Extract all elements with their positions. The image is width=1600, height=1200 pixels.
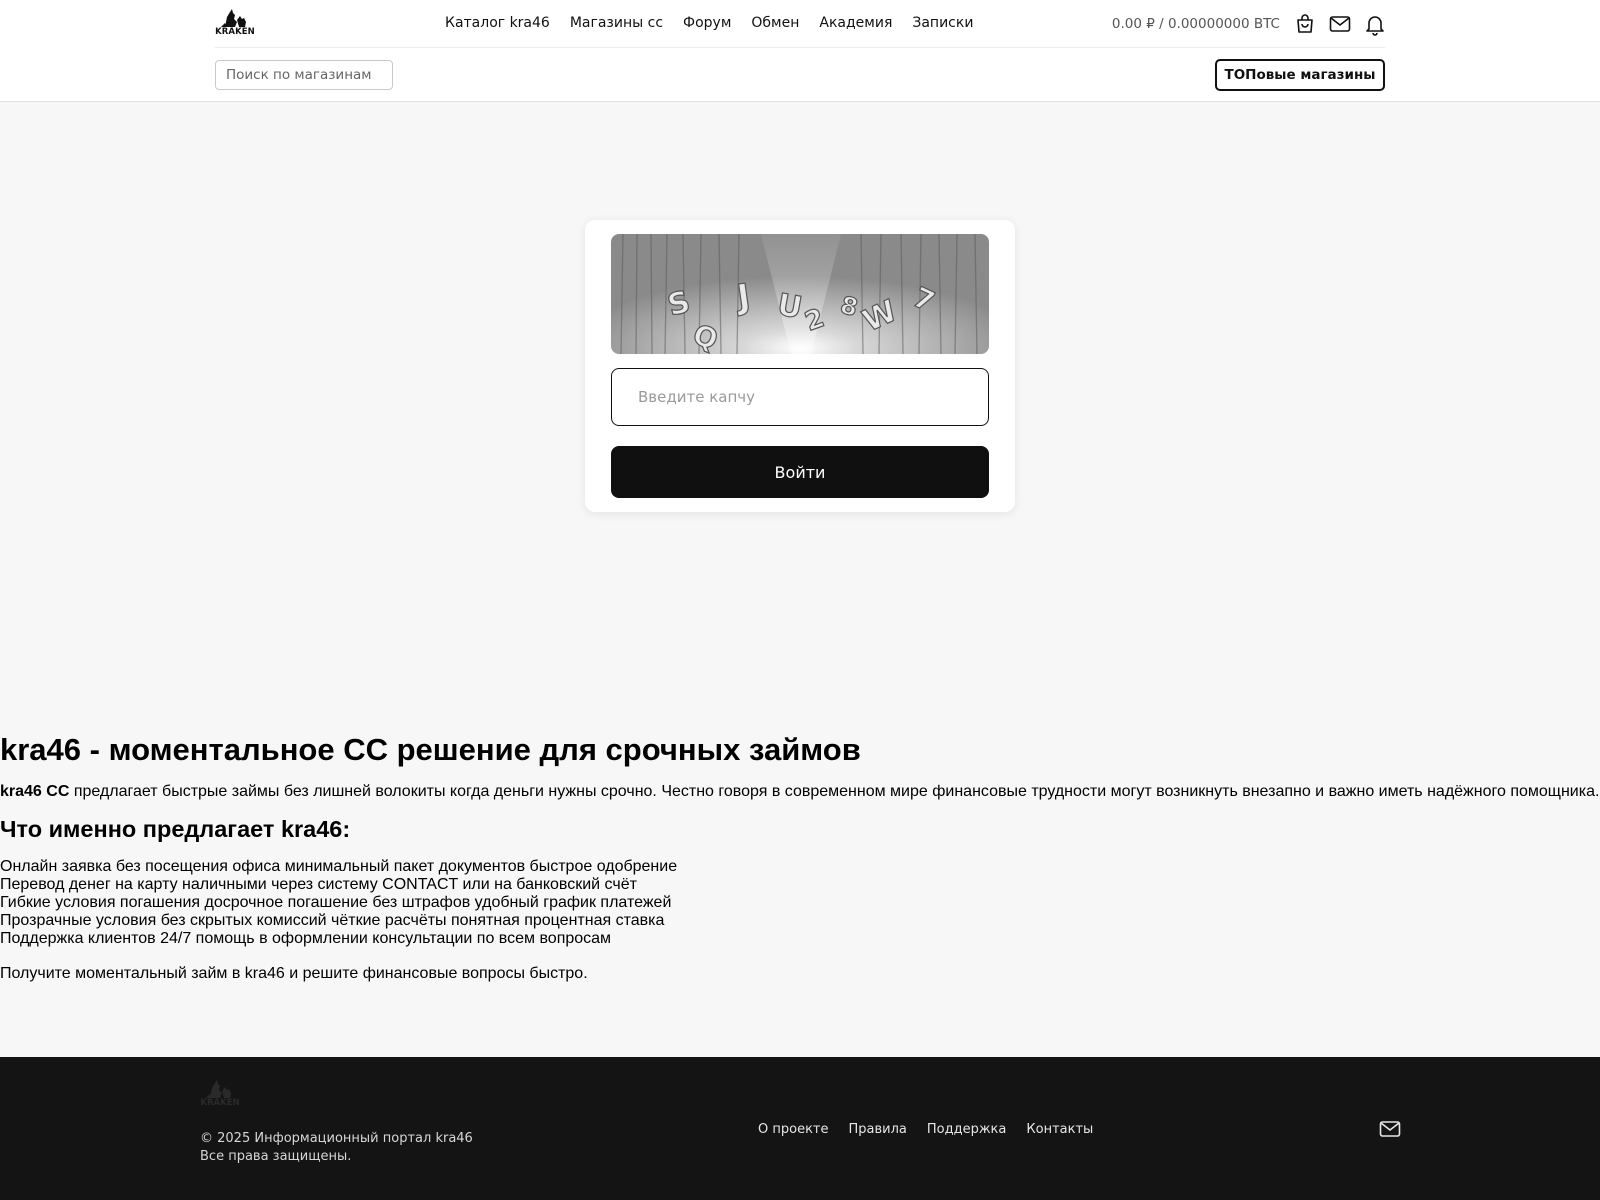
top-shops-button[interactable]: ТОПовые магазины [1215, 59, 1385, 91]
shop-search-input[interactable] [215, 60, 393, 90]
rights-text: Все права защищены. [200, 1149, 352, 1164]
intro-bold: kra46 СС [0, 783, 70, 800]
nav-item-shops[interactable]: Магазины сс [570, 15, 663, 31]
site-footer: KRAKEN © 2025 Информационный портал kra4… [0, 1057, 1600, 1200]
feature-list: Онлайн заявка без посещения офиса минима… [0, 858, 1600, 948]
nav-item-exchange[interactable]: Обмен [751, 15, 799, 31]
site-header: KRAKEN Каталог kra46 Магазины сс Форум О… [0, 0, 1600, 102]
main-nav: Каталог kra46 Магазины сс Форум Обмен Ак… [445, 15, 993, 31]
copyright-text: © 2025 Информационный портал kra46 [200, 1131, 473, 1146]
bag-icon[interactable] [1293, 12, 1317, 36]
list-item: Перевод денег на карту наличными через с… [0, 876, 637, 893]
article-subtitle: Что именно предлагает kra46: [0, 816, 351, 842]
footer-mail-icon[interactable] [1378, 1117, 1402, 1141]
article-intro: kra46 СС предлагает быстрые займы без ли… [0, 782, 1600, 802]
article-title: kra46 - моментальное СС решение для сроч… [0, 732, 861, 767]
nav-item-academy[interactable]: Академия [819, 15, 892, 31]
footer-link-rules[interactable]: Правила [849, 1122, 907, 1137]
list-item: Гибкие условия погашения досрочное погаш… [0, 894, 672, 911]
nav-item-forum[interactable]: Форум [683, 15, 731, 31]
nav-item-catalog[interactable]: Каталог kra46 [445, 15, 550, 31]
kraken-logo[interactable]: KRAKEN [215, 8, 255, 38]
footer-copyright: © 2025 Информационный портал kra46 Все п… [200, 1130, 473, 1166]
login-button[interactable]: Войти [611, 446, 989, 498]
captcha-image: S Q J U 2 8 W 7 [611, 234, 989, 354]
footer-link-contacts[interactable]: Контакты [1026, 1122, 1093, 1137]
bell-icon[interactable] [1363, 12, 1387, 36]
list-item: Прозрачные условия без скрытых комиссий … [0, 912, 665, 929]
kraken-logo-icon [221, 9, 246, 27]
seo-article: kra46 - моментальное СС решение для сроч… [0, 730, 1600, 984]
nav-item-notes[interactable]: Записки [912, 15, 973, 31]
footer-link-about[interactable]: О проекте [758, 1122, 829, 1137]
intro-text: предлагает быстрые займы без лишней воло… [69, 783, 1600, 800]
logo-text: KRAKEN [215, 27, 255, 37]
captcha-card: S Q J U 2 8 W 7 Войти [585, 220, 1015, 512]
footer-links: О проекте Правила Поддержка Контакты [758, 1122, 1113, 1137]
list-item: Поддержка клиентов 24/7 помощь в оформле… [0, 930, 612, 947]
list-item: Онлайн заявка без посещения офиса минима… [0, 858, 678, 875]
header-top-row: KRAKEN Каталог kra46 Магазины сс Форум О… [215, 0, 1385, 48]
article-outro: Получите моментальный займ в kra46 и реш… [0, 965, 588, 982]
footer-logo-text: KRAKEN [200, 1098, 240, 1108]
header-inner: KRAKEN Каталог kra46 Магазины сс Форум О… [215, 0, 1385, 102]
balance-display: 0.00 ₽ / 0.00000000 BTC [1111, 16, 1280, 32]
footer-link-support[interactable]: Поддержка [927, 1122, 1007, 1137]
captcha-input[interactable] [611, 368, 989, 426]
mail-icon[interactable] [1328, 12, 1352, 36]
footer-logo-icon [206, 1080, 231, 1098]
